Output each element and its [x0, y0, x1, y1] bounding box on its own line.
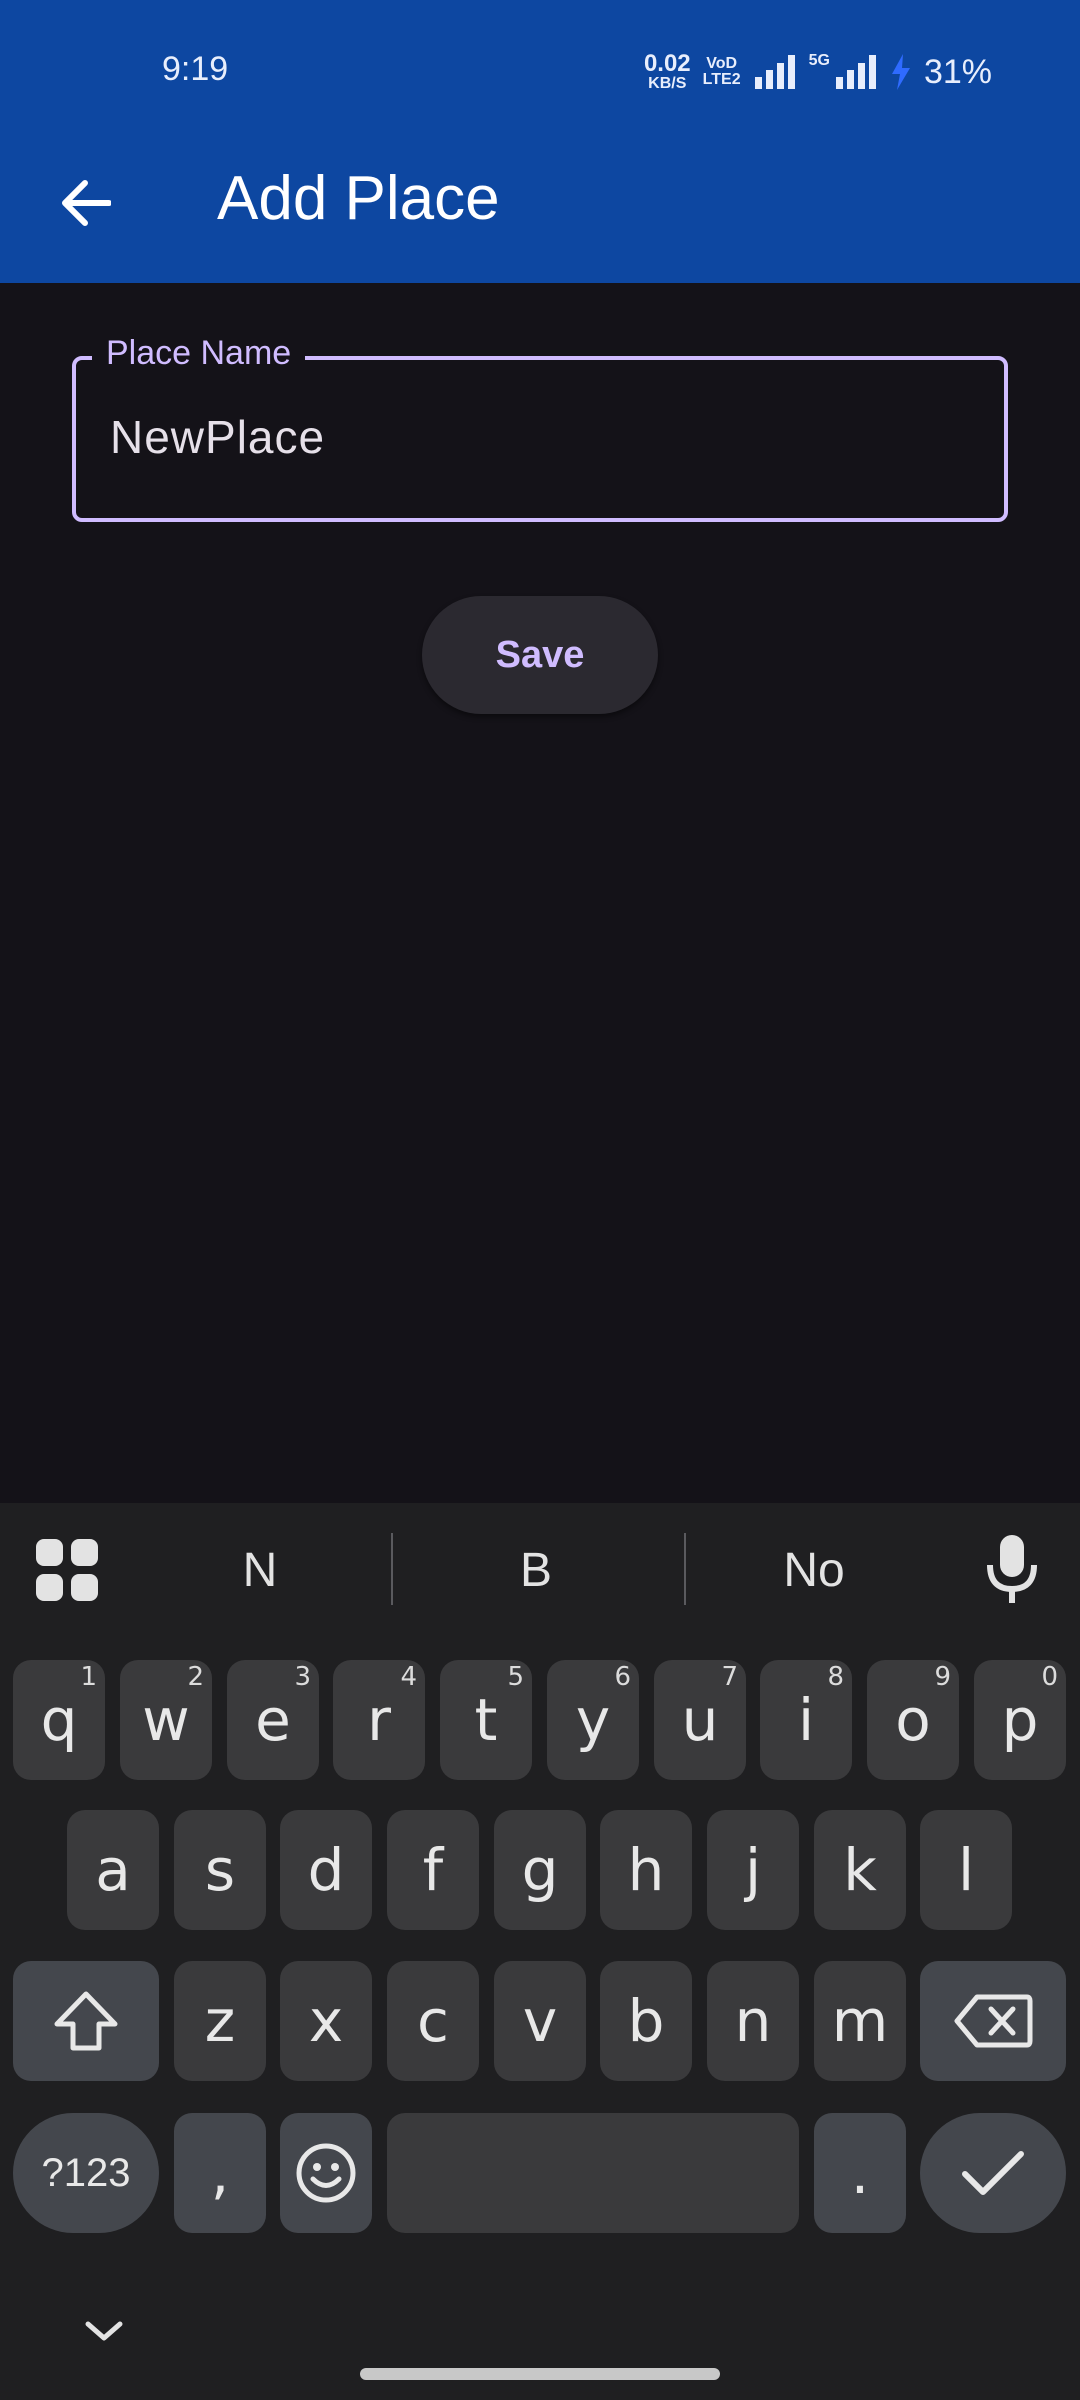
key-hint: 8 — [827, 1662, 844, 1692]
key-h[interactable]: h — [600, 1810, 692, 1930]
net-speed-value: 0.02 — [643, 50, 691, 77]
key-z[interactable]: z — [174, 1961, 266, 2081]
done-key[interactable] — [920, 2113, 1066, 2233]
key-u[interactable]: u7 — [654, 1660, 746, 1780]
suggestion-divider — [684, 1533, 686, 1605]
key-i[interactable]: i8 — [760, 1660, 852, 1780]
network-type: 5G — [808, 52, 830, 69]
key-k[interactable]: k — [814, 1810, 906, 1930]
key-label: e — [255, 1686, 291, 1754]
emoji-icon — [296, 2143, 356, 2203]
suggestion-divider — [391, 1533, 393, 1605]
key-label: t — [474, 1686, 498, 1754]
comma-key[interactable]: , — [174, 2113, 266, 2233]
volte-indicator: VoD LTE2 — [703, 56, 741, 88]
key-x[interactable]: x — [280, 1961, 372, 2081]
signal-icon — [834, 55, 878, 89]
key-label: o — [895, 1686, 931, 1754]
place-name-field[interactable]: Place Name NewPlace — [72, 334, 1008, 522]
arrow-left-icon — [62, 180, 111, 226]
keyboard: N B No — [0, 1503, 1080, 2400]
key-t[interactable]: t5 — [440, 1660, 532, 1780]
status-icons: 0.02 KB/S VoD LTE2 5G 31% — [640, 44, 1080, 100]
key-hint: 1 — [80, 1662, 97, 1692]
key-label: p — [1001, 1686, 1039, 1754]
place-name-label: Place Name — [92, 334, 306, 373]
save-button[interactable]: Save — [422, 596, 658, 714]
suggestion-bar: N B No — [0, 1503, 1080, 1633]
period-key[interactable]: . — [814, 2113, 906, 2233]
key-q[interactable]: q1 — [13, 1660, 105, 1780]
key-m[interactable]: m — [814, 1961, 906, 2081]
charging-bolt-icon — [890, 54, 912, 90]
page-title: Add Place — [217, 164, 500, 233]
backspace-key[interactable] — [920, 1961, 1066, 2081]
back-button[interactable] — [40, 158, 130, 248]
key-label: y — [575, 1686, 611, 1754]
key-c[interactable]: c — [387, 1961, 479, 2081]
apps-grid-icon[interactable] — [36, 1539, 98, 1601]
key-w[interactable]: w2 — [120, 1660, 212, 1780]
net-speed-unit: KB/S — [648, 75, 687, 92]
key-y[interactable]: y6 — [547, 1660, 639, 1780]
key-b[interactable]: b — [600, 1961, 692, 2081]
key-p[interactable]: p0 — [974, 1660, 1066, 1780]
key-n[interactable]: n — [707, 1961, 799, 2081]
key-g[interactable]: g — [494, 1810, 586, 1930]
key-s[interactable]: s — [174, 1810, 266, 1930]
key-d[interactable]: d — [280, 1810, 372, 1930]
key-e[interactable]: e3 — [227, 1660, 319, 1780]
key-hint: 2 — [187, 1662, 204, 1692]
battery-level: 31% — [923, 52, 992, 91]
key-l[interactable]: l — [920, 1810, 1012, 1930]
key-label: r — [367, 1686, 391, 1754]
key-label: w — [142, 1686, 190, 1754]
net-speed: 0.02 KB/S — [644, 52, 691, 92]
volte-bottom: LTE2 — [702, 71, 741, 88]
shift-key[interactable] — [13, 1961, 159, 2081]
key-j[interactable]: j — [707, 1810, 799, 1930]
key-hint: 6 — [614, 1662, 631, 1692]
key-a[interactable]: a — [67, 1810, 159, 1930]
suggestion-3[interactable]: No — [714, 1543, 914, 1598]
emoji-key[interactable] — [280, 2113, 372, 2233]
suggestion-2[interactable]: B — [436, 1543, 636, 1598]
key-f[interactable]: f — [387, 1810, 479, 1930]
key-hint: 9 — [934, 1662, 951, 1692]
chevron-down-icon[interactable] — [82, 2316, 126, 2346]
key-hint: 5 — [507, 1662, 524, 1692]
key-r[interactable]: r4 — [333, 1660, 425, 1780]
symbols-key[interactable]: ?123 — [13, 2113, 159, 2233]
backspace-icon — [954, 1994, 1033, 2048]
shift-icon — [54, 1991, 118, 2051]
status-time: 9:19 — [162, 50, 229, 88]
key-v[interactable]: v — [494, 1961, 586, 2081]
suggestion-1[interactable]: N — [160, 1543, 360, 1598]
space-key[interactable] — [387, 2113, 799, 2233]
key-label: i — [797, 1686, 815, 1754]
volte-top: VoD — [706, 55, 738, 72]
key-hint: 0 — [1041, 1662, 1058, 1692]
checkmark-icon — [962, 2151, 1024, 2195]
key-hint: 4 — [400, 1662, 417, 1692]
gesture-nav-handle[interactable] — [360, 2368, 720, 2380]
key-hint: 7 — [721, 1662, 738, 1692]
app-bar: 9:19 0.02 KB/S VoD LTE2 5G 31% Add Place — [0, 0, 1080, 283]
key-label: u — [681, 1686, 719, 1754]
key-o[interactable]: o9 — [867, 1660, 959, 1780]
key-label: q — [40, 1686, 78, 1754]
microphone-icon[interactable] — [980, 1533, 1044, 1605]
key-hint: 3 — [294, 1662, 311, 1692]
place-name-input[interactable]: NewPlace — [110, 410, 325, 464]
signal-icon — [753, 55, 797, 89]
